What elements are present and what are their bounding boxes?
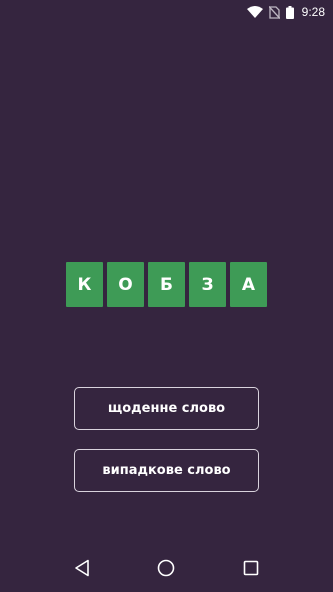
- letter-tile: А: [230, 262, 267, 307]
- word-tiles: К О Б З А: [66, 262, 267, 307]
- home-icon[interactable]: [146, 548, 186, 588]
- letter-tile: К: [66, 262, 103, 307]
- letter-tile: З: [189, 262, 226, 307]
- back-icon[interactable]: [62, 548, 102, 588]
- status-bar: 9:28: [0, 0, 333, 24]
- letter-tile: О: [107, 262, 144, 307]
- battery-icon: [285, 5, 294, 19]
- navigation-bar: [0, 544, 333, 592]
- letter-tile: Б: [148, 262, 185, 307]
- daily-word-button[interactable]: щоденне слово: [74, 387, 259, 430]
- status-time: 9:28: [301, 5, 325, 19]
- recents-icon[interactable]: [231, 548, 271, 588]
- wifi-icon: [246, 6, 263, 18]
- no-sim-icon: [268, 5, 280, 19]
- random-word-button[interactable]: випадкове слово: [74, 449, 259, 492]
